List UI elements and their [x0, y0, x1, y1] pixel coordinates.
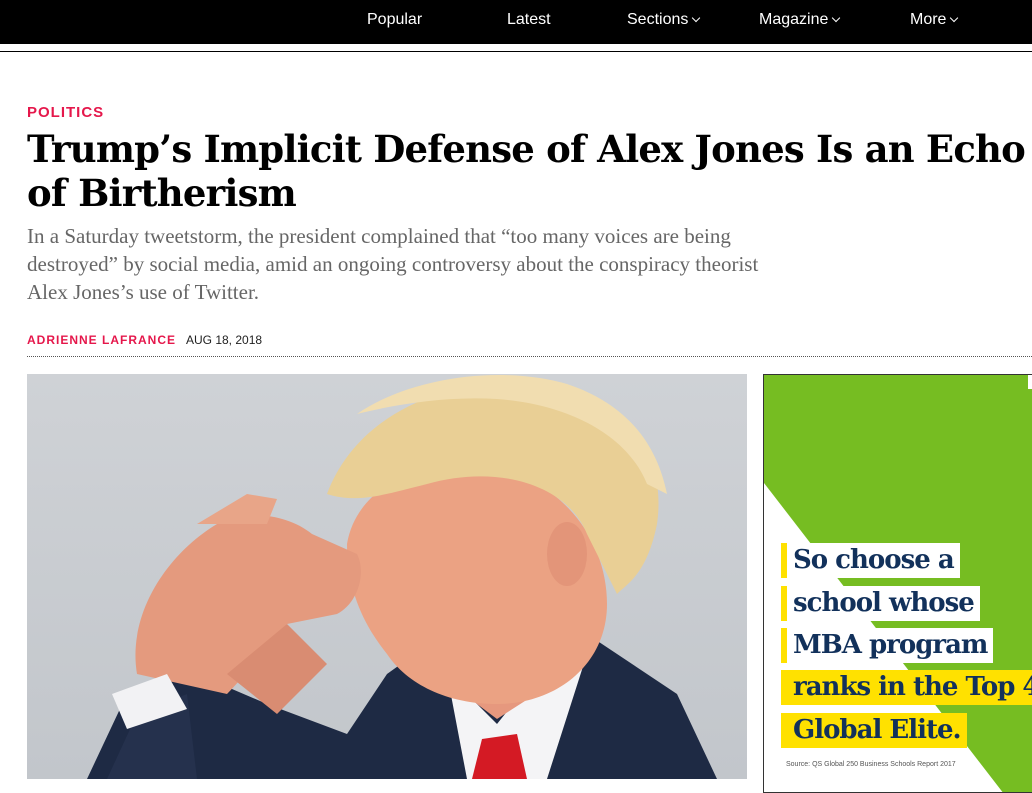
nav-popular-label: Popular [367, 11, 423, 28]
article-headline: Trump’s Implicit Defense of Alex Jones I… [27, 127, 1026, 215]
chevron-down-icon [950, 13, 959, 23]
byline: ADRIENNE LAFRANCE AUG 18, 2018 [27, 331, 262, 349]
nav-sections[interactable]: Sections [627, 11, 701, 29]
ad-headline-line: ranks in the Top 45 [781, 670, 1032, 705]
chevron-down-icon [692, 13, 701, 23]
nav-magazine-label: Magazine [759, 11, 829, 28]
ad-source-note: Source: QS Global 250 Business Schools R… [786, 761, 956, 768]
ad-info-marker[interactable] [1028, 375, 1032, 389]
nav-more[interactable]: More [910, 11, 959, 29]
article-dek: In a Saturday tweetstorm, the president … [27, 224, 759, 304]
byline-divider [27, 356, 1032, 357]
nav-more-label: More [910, 11, 947, 28]
top-nav: Popular Latest Sections Magazine More [0, 0, 1032, 44]
section-kicker[interactable]: POLITICS [27, 104, 104, 121]
nav-latest[interactable]: Latest [507, 11, 551, 29]
ad-headline-line: So choose a [781, 543, 960, 578]
nav-divider [0, 51, 1032, 52]
publish-date: AUG 18, 2018 [186, 333, 263, 347]
ad-headline-line: school whose [781, 586, 980, 621]
chevron-down-icon [832, 13, 841, 23]
ad-banner[interactable]: So choose a school whose MBA program ran… [763, 374, 1032, 793]
nav-magazine[interactable]: Magazine [759, 11, 841, 29]
author-link[interactable]: ADRIENNE LAFRANCE [27, 333, 176, 347]
ad-headline-line: MBA program [781, 628, 994, 663]
lead-photo-image [27, 374, 747, 779]
nav-latest-label: Latest [507, 11, 551, 28]
nav-popular[interactable]: Popular [367, 11, 422, 29]
ad-headline-line: Global Elite. [781, 713, 967, 748]
nav-sections-label: Sections [627, 11, 689, 28]
lead-photo[interactable] [27, 374, 747, 779]
